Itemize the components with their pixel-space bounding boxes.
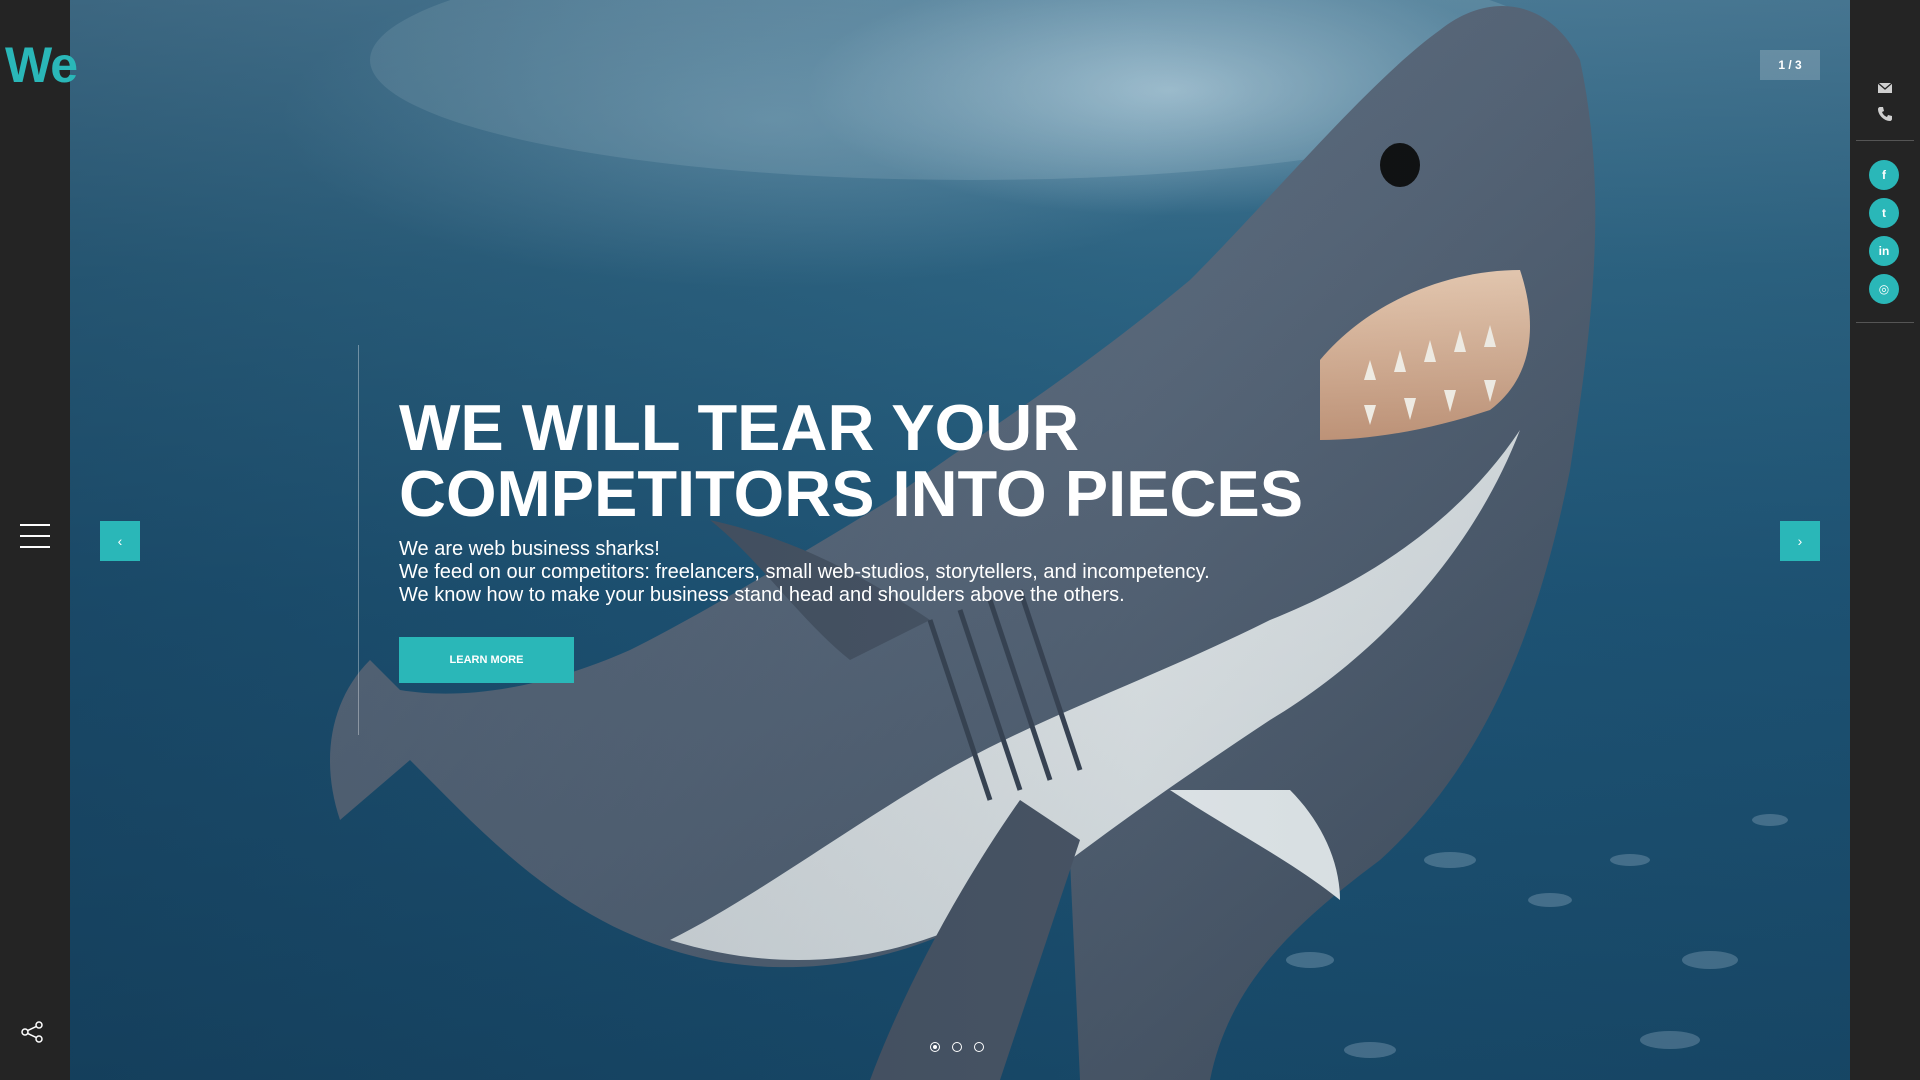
facebook-glyph: f bbox=[1882, 168, 1886, 182]
slider-dot[interactable] bbox=[952, 1042, 962, 1052]
instagram-glyph: ◎ bbox=[1878, 282, 1890, 296]
hero-headline-line: COMPETITORS INTO PIECES bbox=[399, 457, 1304, 530]
hero-subtext-line: We are web business sharks! bbox=[399, 538, 660, 560]
chevron-right-icon: › bbox=[1797, 533, 1803, 549]
twitter-icon[interactable]: t bbox=[1869, 198, 1899, 228]
site-logo[interactable]: We bbox=[5, 36, 78, 94]
slider-next-button[interactable]: › bbox=[1780, 521, 1820, 561]
facebook-icon[interactable]: f bbox=[1869, 160, 1899, 190]
hero-subtext-line: We feed on our competitors: freelancers,… bbox=[399, 561, 1210, 583]
instagram-icon[interactable]: ◎ bbox=[1869, 274, 1899, 304]
hero-headline-line: WE WILL TEAR YOUR bbox=[399, 391, 1080, 464]
hero-subtext: We are web business sharks! We feed on o… bbox=[399, 538, 1399, 607]
sidebar-divider bbox=[1856, 140, 1914, 141]
envelope-icon[interactable] bbox=[1877, 80, 1893, 96]
slide-counter: 1 / 3 bbox=[1760, 50, 1820, 80]
sidebar-divider bbox=[1856, 322, 1914, 323]
linkedin-icon[interactable]: in bbox=[1869, 236, 1899, 266]
linkedin-glyph: in bbox=[1878, 244, 1890, 258]
twitter-glyph: t bbox=[1882, 206, 1886, 220]
left-sidebar bbox=[0, 0, 70, 1080]
hamburger-menu-icon[interactable] bbox=[20, 524, 50, 550]
hero-slider: WE WILL TEAR YOUR COMPETITORS INTO PIECE… bbox=[70, 0, 1850, 1080]
chevron-left-icon: ‹ bbox=[117, 533, 123, 549]
hero-subtext-line: We know how to make your business stand … bbox=[399, 584, 1125, 606]
slider-dot[interactable] bbox=[974, 1042, 984, 1052]
vertical-divider bbox=[358, 345, 359, 735]
slider-dot[interactable] bbox=[930, 1042, 940, 1052]
phone-icon[interactable] bbox=[1877, 106, 1893, 122]
right-sidebar: f t in ◎ bbox=[1850, 0, 1920, 1080]
slider-prev-button[interactable]: ‹ bbox=[100, 521, 140, 561]
learn-more-button[interactable]: LEARN MORE bbox=[399, 637, 574, 683]
share-icon[interactable] bbox=[20, 1020, 44, 1044]
hero-headline: WE WILL TEAR YOUR COMPETITORS INTO PIECE… bbox=[399, 395, 1399, 527]
slider-pagination bbox=[930, 1042, 984, 1052]
page: WE WILL TEAR YOUR COMPETITORS INTO PIECE… bbox=[0, 0, 1920, 1080]
